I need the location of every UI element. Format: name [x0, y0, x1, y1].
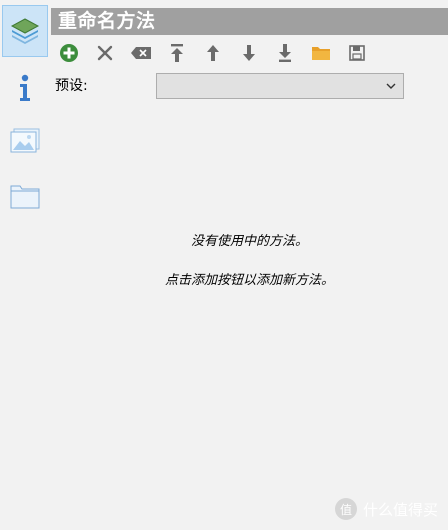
add-icon	[60, 44, 78, 62]
empty-message-line1: 没有使用中的方法。	[190, 234, 308, 249]
add-button[interactable]	[56, 40, 82, 66]
folder-icon	[10, 185, 40, 209]
move-top-button[interactable]	[164, 40, 190, 66]
arrow-top-icon	[171, 44, 183, 62]
remove-button[interactable]	[92, 40, 118, 66]
sidebar-item-images[interactable]	[2, 115, 48, 167]
open-button[interactable]	[308, 40, 334, 66]
watermark-badge-text: 值	[339, 502, 352, 517]
watermark: 值 什么值得买	[334, 497, 438, 521]
watermark-logo: 值	[334, 498, 357, 520]
arrow-up-icon	[207, 45, 219, 61]
move-bottom-button[interactable]	[272, 40, 298, 66]
chevron-down-icon	[386, 83, 396, 89]
layers-icon	[10, 18, 40, 44]
sidebar-item-methods[interactable]	[2, 5, 48, 57]
sidebar	[0, 0, 50, 530]
info-icon	[20, 74, 30, 101]
images-icon	[10, 128, 40, 153]
clear-button[interactable]	[128, 40, 154, 66]
close-icon	[97, 45, 113, 61]
watermark-text: 什么值得买	[362, 500, 438, 519]
move-down-button[interactable]	[236, 40, 262, 66]
move-up-button[interactable]	[200, 40, 226, 66]
panel-header: 重命名方法	[51, 8, 448, 35]
save-icon	[349, 45, 365, 61]
sidebar-item-folder[interactable]	[2, 170, 48, 222]
sidebar-item-info[interactable]	[2, 62, 48, 114]
arrow-bottom-icon	[279, 44, 291, 62]
preset-label: 预设:	[55, 78, 88, 94]
backspace-icon	[131, 47, 151, 59]
panel-title: 重命名方法	[58, 10, 156, 32]
empty-message-line2: 点击添加按钮以添加新方法。	[164, 273, 334, 288]
arrow-down-icon	[243, 45, 255, 61]
preset-select[interactable]	[156, 73, 404, 99]
toolbar	[56, 40, 386, 68]
folder-open-icon	[312, 47, 330, 60]
save-button[interactable]	[344, 40, 370, 66]
